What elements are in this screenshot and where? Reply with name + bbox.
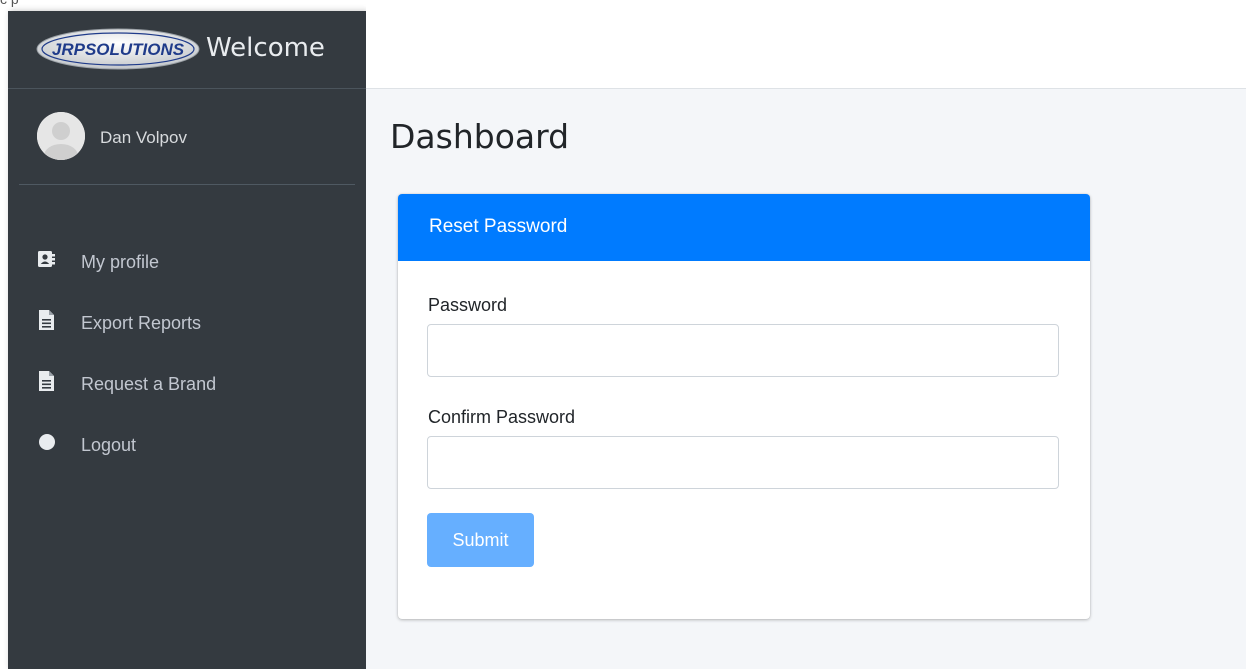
circle-icon [39,434,55,450]
top-strip-text: c p [0,0,19,7]
user-name[interactable]: Dan Volpov [100,128,187,148]
avatar [37,112,85,160]
page-title: Dashboard [390,117,570,156]
card-header: Reset Password [398,194,1090,261]
sidebar-item-label: My profile [81,252,160,272]
user-panel[interactable]: Dan Volpov [19,89,355,185]
top-navbar [366,0,1246,89]
password-input[interactable] [427,324,1059,377]
password-label: Password [428,295,508,315]
brand-title: Welcome [206,33,325,63]
sidebar-item-my-profile[interactable]: My profile [8,233,366,294]
content-wrapper: Dashboard Reset Password Password Confir… [366,89,1246,669]
sidebar-item-label: Request a Brand [81,374,217,394]
card-title: Reset Password [429,216,568,237]
document-icon [39,371,54,391]
sidebar-nav: My profile Export Reports Request a Bran… [8,233,366,477]
submit-button[interactable]: Submit [427,513,534,567]
sidebar: JRPSOLUTIONS Welcome Dan Volpov My profi… [8,11,366,669]
user-avatar-icon [37,112,85,160]
brand-link[interactable]: JRPSOLUTIONS Welcome [8,11,366,89]
company-logo: JRPSOLUTIONS [36,28,200,70]
confirm-password-input[interactable] [427,436,1059,489]
sidebar-item-request-a-brand[interactable]: Request a Brand [8,355,366,416]
logo-text: JRPSOLUTIONS [52,40,185,59]
confirm-password-label: Confirm Password [428,407,576,427]
reset-password-card: Reset Password Password Confirm Password… [398,194,1090,619]
sidebar-item-label: Export Reports [81,313,202,333]
contact-card-icon [38,251,55,267]
sidebar-item-label: Logout [81,435,137,455]
sidebar-item-export-reports[interactable]: Export Reports [8,294,366,355]
document-icon [39,310,54,330]
sidebar-item-logout[interactable]: Logout [8,416,366,477]
